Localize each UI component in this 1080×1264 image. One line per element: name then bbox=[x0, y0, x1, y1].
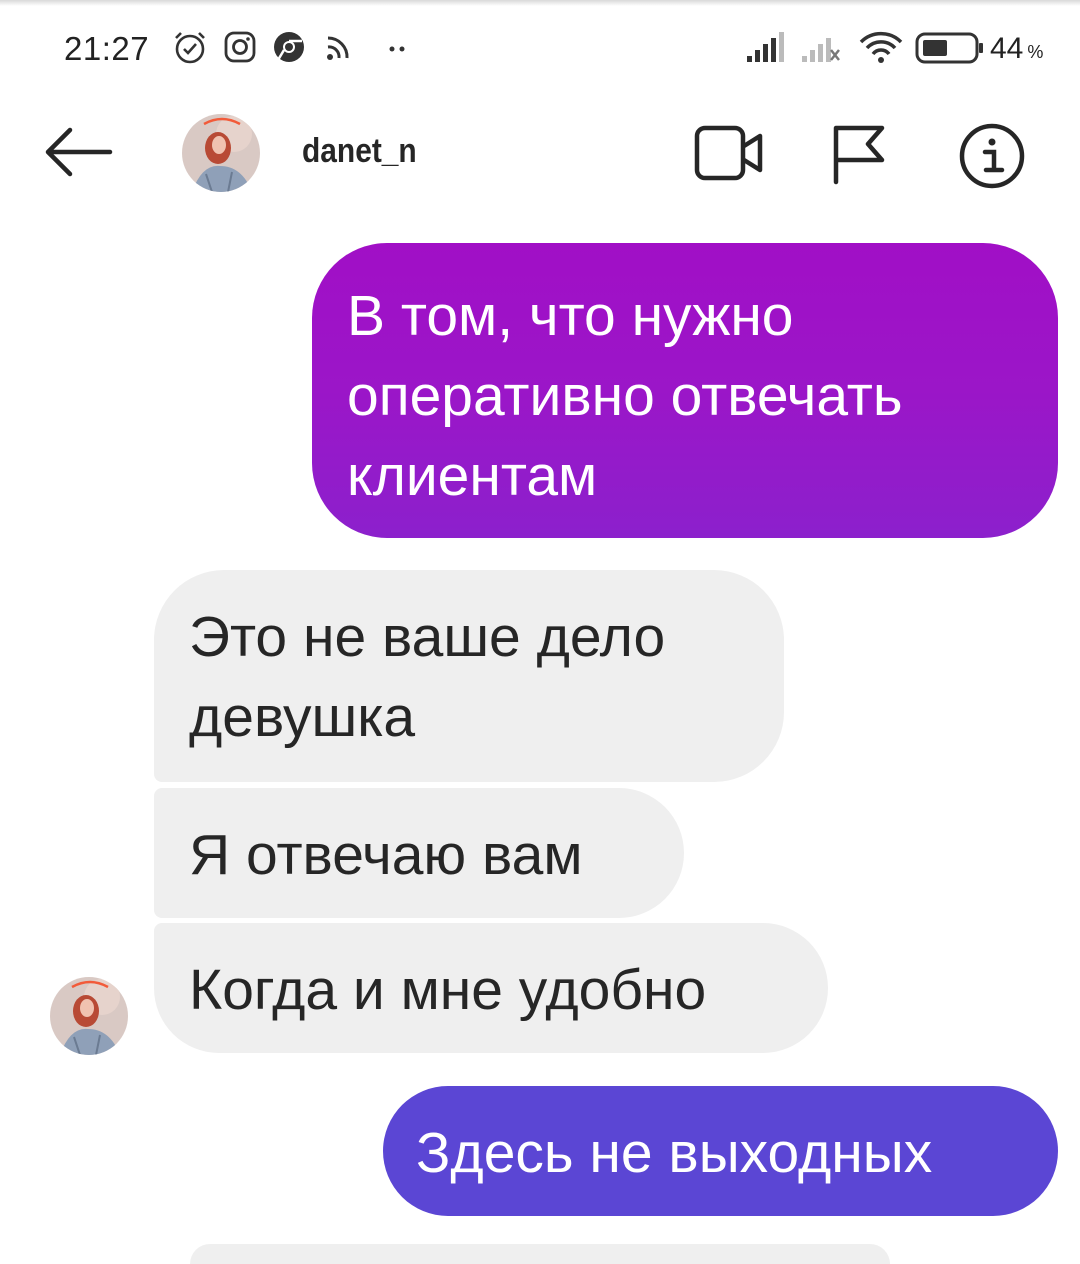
next-message-bubble-partial bbox=[190, 1244, 890, 1264]
top-shadow bbox=[0, 0, 1080, 6]
contact-avatar[interactable] bbox=[182, 114, 260, 192]
alarm-icon bbox=[175, 32, 205, 64]
wifi-icon bbox=[859, 31, 903, 63]
chat-header: danet_n bbox=[0, 100, 1080, 210]
message-text: Здесь не выходных bbox=[416, 1121, 933, 1185]
message-bubble-sent[interactable]: В том, что нужно оперативно отвечать кли… bbox=[312, 243, 1058, 538]
message-bubble-sent[interactable]: Здесь не выходных bbox=[383, 1086, 1058, 1216]
instagram-icon bbox=[224, 31, 256, 63]
rss-icon bbox=[327, 36, 349, 60]
message-text: Я отвечаю вам bbox=[189, 823, 583, 887]
message-bubble-received[interactable]: Когда и мне удобно bbox=[154, 923, 828, 1053]
avatar-image bbox=[182, 114, 260, 192]
status-bar: 21:27 44 % bbox=[0, 22, 1080, 74]
message-text: В том, что нужно оперативно отвечать кли… bbox=[347, 284, 903, 508]
flag-icon[interactable] bbox=[828, 122, 890, 186]
back-arrow-icon[interactable] bbox=[40, 120, 116, 184]
battery-percent: 44% bbox=[990, 32, 1043, 66]
info-icon[interactable] bbox=[958, 122, 1026, 190]
battery-icon bbox=[915, 32, 983, 64]
sender-avatar[interactable] bbox=[50, 977, 128, 1055]
message-text: Это не ваше дело девушка bbox=[189, 605, 666, 749]
avatar-image bbox=[50, 977, 128, 1055]
video-call-icon[interactable] bbox=[694, 122, 764, 184]
more-notifications-icon bbox=[389, 46, 405, 52]
signal-sim1-icon bbox=[747, 32, 784, 62]
signal-sim2-icon bbox=[802, 38, 840, 62]
message-bubble-received[interactable]: Это не ваше дело девушка bbox=[154, 570, 784, 782]
status-time: 21:27 bbox=[64, 30, 150, 67]
message-bubble-received[interactable]: Я отвечаю вам bbox=[154, 788, 684, 918]
percent-sign: % bbox=[1027, 42, 1044, 62]
message-text: Когда и мне удобно bbox=[189, 958, 707, 1022]
chrome-icon bbox=[274, 32, 304, 62]
contact-username[interactable]: danet_n bbox=[302, 132, 417, 171]
battery-percent-value: 44 bbox=[990, 32, 1024, 65]
